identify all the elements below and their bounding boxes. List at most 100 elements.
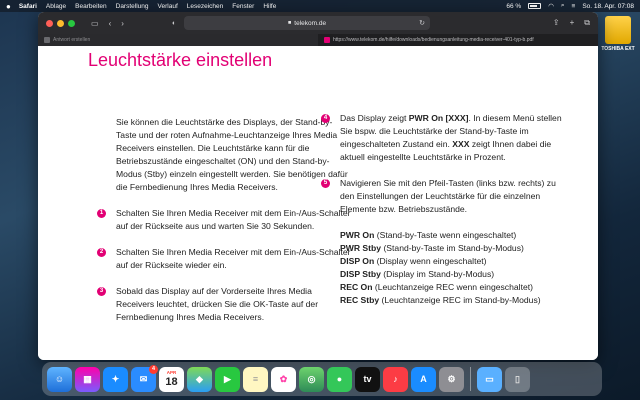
maps-icon[interactable]: ◆: [187, 366, 212, 392]
step-bold-b: XXX: [452, 139, 470, 149]
downloads-folder-icon[interactable]: ▭: [477, 366, 502, 392]
menu-hilfe[interactable]: Hilfe: [263, 3, 276, 10]
step-2: 2 Schalten Sie Ihren Media Receiver mit …: [97, 246, 352, 272]
safari-icon[interactable]: ✦: [103, 366, 128, 392]
window-controls: [46, 19, 75, 27]
pdf-page: Leuchtstärke einstellen Sie können die L…: [38, 46, 598, 360]
notes-icon[interactable]: ≡: [243, 366, 268, 392]
mode-desc: (Stand-by-Taste wenn eingeschaltet): [374, 230, 517, 240]
step-text: Sobald das Display auf der Vorderseite I…: [116, 286, 319, 322]
step-1: 1 Schalten Sie Ihren Media Receiver mit …: [97, 207, 352, 233]
close-window-button[interactable]: [46, 19, 53, 27]
menu-lesezeichen[interactable]: Lesezeichen: [187, 3, 224, 10]
lock-icon: ■: [287, 20, 292, 26]
step-text: Navigieren Sie mit den Pfeil-Tasten (lin…: [340, 178, 556, 214]
privacy-shield-icon[interactable]: ◐: [172, 20, 176, 27]
minimize-window-button[interactable]: [57, 19, 64, 27]
finder-icon[interactable]: ☺: [47, 366, 72, 392]
clock[interactable]: So. 18. Apr. 07:08: [582, 3, 634, 10]
trash-icon[interactable]: ▯: [505, 366, 530, 392]
menu-bar: ● Safari Ablage Bearbeiten Darstellung V…: [0, 0, 640, 12]
preview-icon[interactable]: ◎: [299, 366, 324, 392]
mail-badge: 4: [149, 364, 158, 374]
mode-row: REC On (Leuchtanzeige REC wenn eingescha…: [340, 281, 562, 294]
mode-desc: (Display im Stand-by-Modus): [380, 269, 495, 279]
step-5: 5 Navigieren Sie mit den Pfeil-Tasten (l…: [321, 177, 562, 216]
search-icon[interactable]: ⌕: [561, 2, 565, 10]
drive-icon: [605, 16, 631, 44]
browser-toolbar: ▭ ‹ › ◐ ■ telekom.de ↻ ⇪ + ⧉: [38, 12, 598, 34]
desktop-drive[interactable]: TOSHIBA EXT: [600, 16, 636, 52]
menu-bearbeiten[interactable]: Bearbeiten: [75, 3, 106, 10]
calendar-day: 18: [165, 376, 178, 388]
step-4: 4 Das Display zeigt PWR On [XXX]. In die…: [321, 112, 562, 164]
tab-antwort[interactable]: Antwort erstellen: [38, 34, 318, 46]
battery-percent: 66 %: [506, 2, 522, 10]
mode-code: DISP On: [340, 256, 375, 266]
mode-row: DISP On (Display wenn eingeschaltet): [340, 255, 562, 268]
step-number: 5: [321, 179, 330, 188]
mode-desc: (Leuchtanzeige REC im Stand-by-Modus): [379, 295, 541, 305]
messages-icon[interactable]: ●: [327, 366, 352, 392]
apple-menu-icon[interactable]: ●: [6, 2, 11, 11]
step-3: 3 Sobald das Display auf der Vorderseite…: [97, 285, 352, 324]
step-text: Schalten Sie Ihren Media Receiver mit de…: [116, 208, 351, 231]
mail-icon[interactable]: ✉ 4: [131, 364, 158, 392]
new-tab-icon[interactable]: +: [570, 18, 575, 28]
mode-desc: (Stand-by-Taste im Stand-by-Modus): [381, 243, 524, 253]
calendar-icon[interactable]: APR 18: [159, 366, 184, 392]
tv-label: tv: [363, 374, 372, 384]
photos-icon[interactable]: ✿: [271, 366, 296, 392]
mode-desc: (Display wenn eingeschaltet): [374, 256, 487, 266]
step-text: Schalten Sie Ihren Media Receiver mit de…: [116, 247, 351, 270]
mode-list: PWR On (Stand-by-Taste wenn eingeschalte…: [340, 229, 562, 307]
address-bar[interactable]: ◐ ■ telekom.de ↻: [172, 16, 430, 30]
sidebar-toggle-icon[interactable]: ▭: [91, 19, 99, 28]
step-number: 2: [97, 248, 106, 257]
back-icon[interactable]: ‹: [109, 19, 112, 28]
mode-code: PWR On: [340, 230, 375, 240]
mode-row: PWR Stby (Stand-by-Taste im Stand-by-Mod…: [340, 242, 562, 255]
app-store-icon[interactable]: A: [411, 366, 436, 392]
mode-code: DISP Stby: [340, 269, 381, 279]
mode-row: DISP Stby (Display im Stand-by-Modus): [340, 268, 562, 281]
launchpad-icon[interactable]: ▦: [75, 366, 100, 392]
tab-favicon-icon: [44, 37, 50, 43]
tab-label: Antwort erstellen: [53, 37, 91, 43]
menu-verlauf[interactable]: Verlauf: [158, 3, 178, 10]
tab-overview-icon[interactable]: ⧉: [584, 18, 590, 28]
reload-icon[interactable]: ↻: [419, 19, 425, 27]
tv-icon[interactable]: tv: [355, 366, 380, 392]
tab-label: https://www.telekom.de/hilfe/downloads/b…: [333, 37, 534, 43]
mode-row: PWR On (Stand-by-Taste wenn eingeschalte…: [340, 229, 562, 242]
safari-window: ▭ ‹ › ◐ ■ telekom.de ↻ ⇪ + ⧉ Antwort ers…: [38, 12, 598, 360]
mode-code: PWR Stby: [340, 243, 382, 253]
menu-ablage[interactable]: Ablage: [46, 3, 66, 10]
menu-fenster[interactable]: Fenster: [232, 3, 254, 10]
tab-bar: Antwort erstellen https://www.telekom.de…: [38, 34, 598, 46]
mode-desc: (Leuchtanzeige REC wenn eingeschaltet): [372, 282, 533, 292]
step-number: 4: [321, 114, 330, 123]
mode-code: REC On: [340, 282, 373, 292]
menu-darstellung[interactable]: Darstellung: [116, 3, 149, 10]
menu-app-safari[interactable]: Safari: [19, 3, 37, 10]
telekom-favicon-icon: [324, 37, 330, 43]
fullscreen-window-button[interactable]: [68, 19, 75, 27]
dock-separator: [470, 367, 471, 391]
step-bold-a: PWR On [XXX]: [408, 113, 469, 123]
tab-telekom-pdf[interactable]: https://www.telekom.de/hilfe/downloads/b…: [318, 34, 598, 46]
share-icon[interactable]: ⇪: [553, 18, 560, 28]
mode-code: REC Stby: [340, 295, 380, 305]
wifi-icon[interactable]: ◠: [548, 2, 554, 10]
page-title: Leuchtstärke einstellen: [88, 50, 273, 70]
drive-label: TOSHIBA EXT: [601, 46, 635, 52]
settings-icon[interactable]: ⚙: [439, 366, 464, 392]
url-text: telekom.de: [294, 19, 327, 27]
right-column: 4 Das Display zeigt PWR On [XXX]. In die…: [321, 112, 562, 307]
mode-row: REC Stby (Leuchtanzeige REC im Stand-by-…: [340, 294, 562, 307]
battery-icon[interactable]: [528, 3, 542, 9]
forward-icon[interactable]: ›: [121, 19, 124, 28]
facetime-icon[interactable]: ▶: [215, 366, 240, 392]
control-center-icon[interactable]: ≡: [572, 3, 576, 10]
music-icon[interactable]: ♪: [383, 366, 408, 392]
